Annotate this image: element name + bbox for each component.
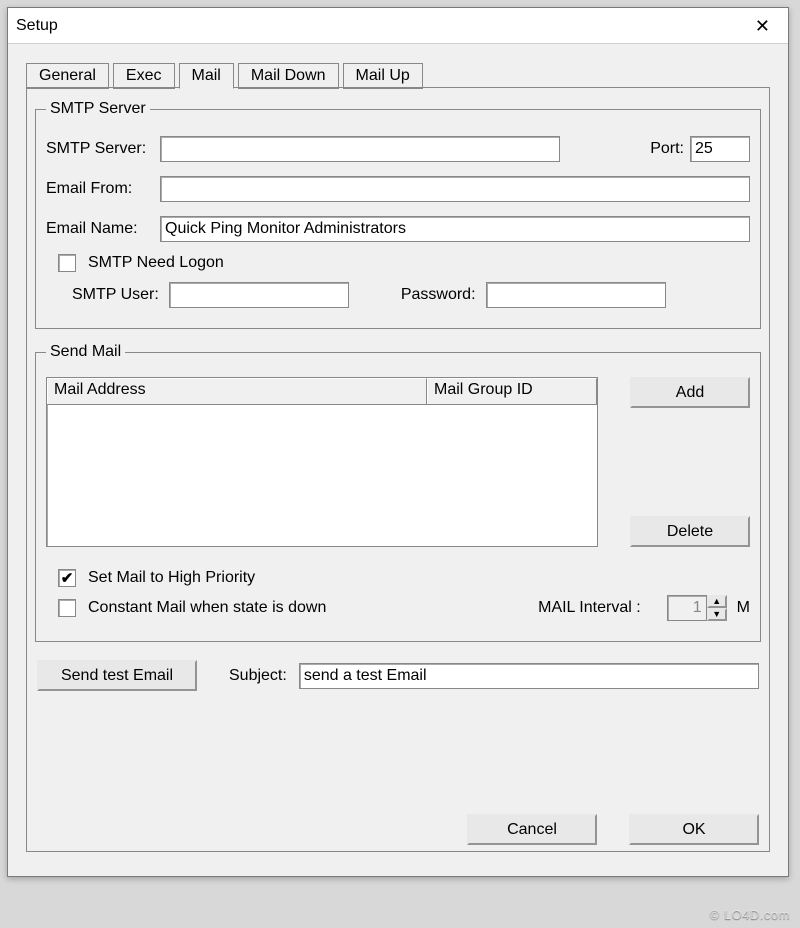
mail-interval-spinner: ▲ ▼ [667, 595, 727, 621]
ok-button[interactable]: OK [629, 814, 759, 845]
close-icon[interactable]: ✕ [745, 13, 780, 39]
spinner-down-icon[interactable]: ▼ [707, 608, 727, 621]
password-label: Password: [401, 286, 476, 304]
smtp-server-group: SMTP Server SMTP Server: Port: Email Fro… [35, 100, 761, 329]
tab-exec[interactable]: Exec [113, 63, 175, 89]
spinner-up-icon[interactable]: ▲ [707, 595, 727, 608]
smtp-server-label: SMTP Server: [46, 140, 154, 158]
delete-button[interactable]: Delete [630, 516, 750, 547]
setup-window: Setup ✕ General Exec Mail Mail Down Mail… [7, 7, 789, 877]
tab-strip: General Exec Mail Mail Down Mail Up [26, 62, 770, 88]
title-bar: Setup ✕ [8, 8, 788, 44]
subject-input[interactable] [299, 663, 759, 689]
smtp-need-logon-label: SMTP Need Logon [88, 254, 224, 272]
window-title: Setup [16, 17, 745, 35]
client-area: General Exec Mail Mail Down Mail Up SMTP… [8, 44, 788, 876]
smtp-server-input[interactable] [160, 136, 560, 162]
smtp-user-input[interactable] [169, 282, 349, 308]
send-test-email-button[interactable]: Send test Email [37, 660, 197, 691]
email-name-input[interactable] [160, 216, 750, 242]
mail-interval-label: MAIL Interval : [538, 599, 641, 617]
col-mail-address[interactable]: Mail Address [47, 378, 427, 404]
email-from-input[interactable] [160, 176, 750, 202]
watermark-text: © LO4D.com [710, 907, 790, 922]
email-from-label: Email From: [46, 180, 154, 198]
mail-interval-input [667, 595, 707, 621]
high-priority-checkbox[interactable]: ✔ [58, 569, 76, 587]
send-mail-legend: Send Mail [46, 343, 125, 361]
tab-mail-up[interactable]: Mail Up [343, 63, 423, 89]
add-button[interactable]: Add [630, 377, 750, 408]
tab-mail[interactable]: Mail [179, 63, 234, 89]
email-name-label: Email Name: [46, 220, 154, 238]
constant-mail-label: Constant Mail when state is down [88, 599, 326, 617]
password-input[interactable] [486, 282, 666, 308]
tab-mail-down[interactable]: Mail Down [238, 63, 339, 89]
tab-general[interactable]: General [26, 63, 109, 89]
col-mail-group-id[interactable]: Mail Group ID [427, 378, 597, 404]
send-mail-group: Send Mail Mail Address Mail Group ID Add… [35, 343, 761, 642]
subject-label: Subject: [229, 667, 287, 685]
port-input[interactable] [690, 136, 750, 162]
port-label: Port: [650, 140, 684, 158]
table-header: Mail Address Mail Group ID [47, 378, 597, 405]
mail-address-table[interactable]: Mail Address Mail Group ID [46, 377, 598, 547]
tab-page-mail: SMTP Server SMTP Server: Port: Email Fro… [26, 87, 770, 852]
mail-interval-unit: M [737, 599, 750, 617]
dialog-buttons: Cancel OK [467, 814, 759, 845]
high-priority-label: Set Mail to High Priority [88, 569, 255, 587]
smtp-legend: SMTP Server [46, 100, 150, 118]
smtp-user-label: SMTP User: [72, 286, 159, 304]
constant-mail-checkbox[interactable] [58, 599, 76, 617]
cancel-button[interactable]: Cancel [467, 814, 597, 845]
smtp-need-logon-checkbox[interactable] [58, 254, 76, 272]
